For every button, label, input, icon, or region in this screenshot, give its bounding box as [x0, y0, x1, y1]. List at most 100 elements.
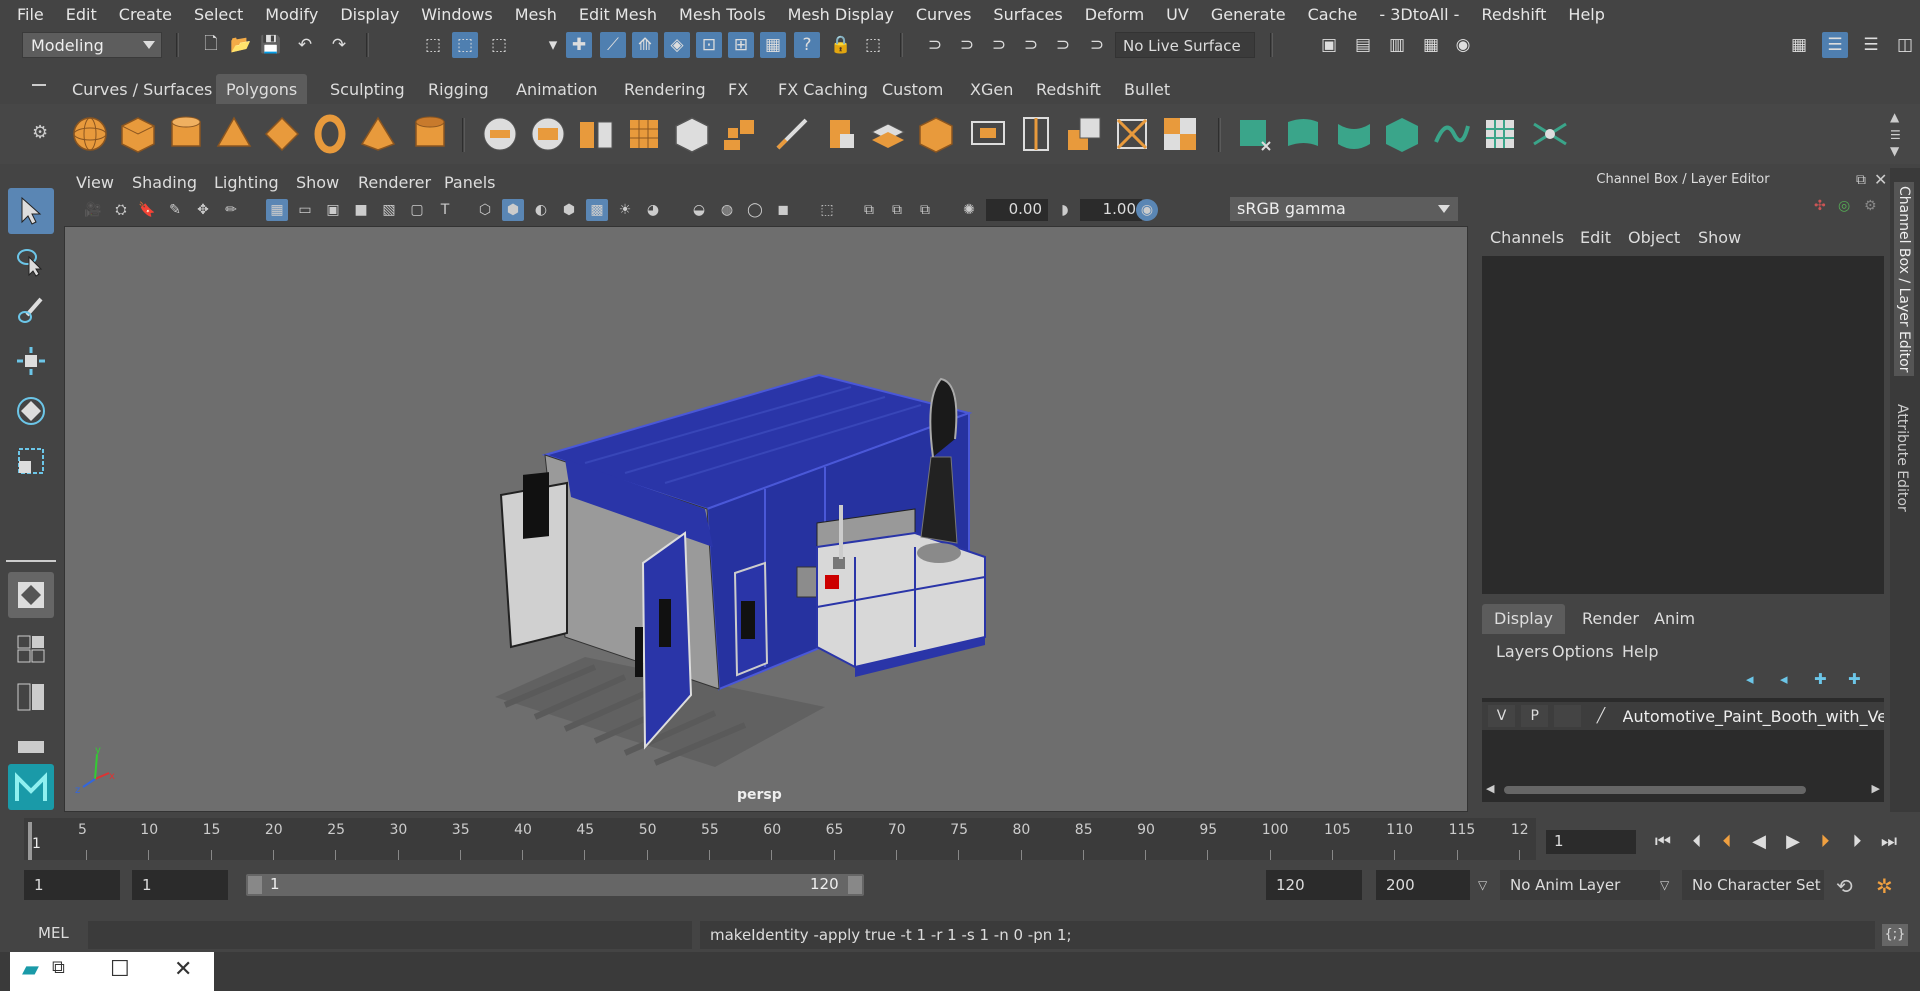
snap-grid-icon[interactable]: ✚	[566, 32, 592, 58]
snap-live-icon[interactable]: ⊡	[696, 32, 722, 58]
attribute-editor-icon[interactable]: ☰	[1822, 32, 1848, 58]
tool-settings-icon[interactable]: ☰	[1858, 32, 1884, 58]
gamma-icon[interactable]: ◗	[1054, 199, 1076, 221]
safe-action-icon[interactable]: ▢	[406, 199, 428, 221]
go-to-end-icon[interactable]: ⏭	[1876, 828, 1902, 854]
gear-icon[interactable]: ⚙	[32, 122, 48, 143]
lock-icon[interactable]: 🔒	[828, 32, 854, 58]
scrollbar-thumb[interactable]	[1504, 786, 1806, 794]
save-scene-icon[interactable]: 💾	[258, 32, 284, 58]
move-tool[interactable]	[8, 338, 54, 384]
viewport-menu-shading[interactable]: Shading	[132, 173, 197, 192]
poly-sphere-icon[interactable]	[70, 114, 110, 154]
checker-icon[interactable]	[1160, 114, 1200, 154]
shelf-tab-fx[interactable]: FX	[718, 74, 758, 104]
wireframe-icon[interactable]: ⬡	[474, 199, 496, 221]
play-forwards-icon[interactable]: ▶	[1780, 828, 1806, 854]
scene-end-field[interactable]: 200	[1376, 870, 1470, 900]
shadows-icon[interactable]: ◕	[642, 199, 664, 221]
xray-joints-icon[interactable]: ⧉	[886, 199, 908, 221]
viewport-menu-lighting[interactable]: Lighting	[214, 173, 279, 192]
command-input[interactable]	[88, 921, 692, 949]
ambient-occlusion-icon[interactable]: ◒	[688, 199, 710, 221]
menu-help[interactable]: Help	[1557, 5, 1615, 24]
menu-modify[interactable]: Modify	[254, 5, 329, 24]
shelf-scroll-up-icon[interactable]: ▲	[1890, 110, 1899, 124]
cylindrical-map-icon[interactable]	[1064, 114, 1104, 154]
layer-playback-toggle[interactable]: P	[1521, 705, 1549, 727]
magnet-icon[interactable]: ⊃	[986, 32, 1012, 58]
channel-box-menu-show[interactable]: Show	[1698, 228, 1741, 247]
gate-mask-icon[interactable]: ■	[350, 199, 372, 221]
scroll-left-icon[interactable]: ◀	[1486, 782, 1494, 795]
time-slider[interactable]: 1 5 10 15 20 25 30 35 40 45 50 55 60 65 70 75 80 85 90 95 10…	[24, 818, 1536, 860]
snap-point-icon[interactable]: ⟰	[632, 32, 658, 58]
anim-layer-dropdown[interactable]: No Anim Layer	[1500, 870, 1660, 900]
menu-uv[interactable]: UV	[1155, 5, 1200, 24]
shelf-menu-icon[interactable]	[32, 84, 46, 86]
step-forward-key-icon[interactable]: ⏵	[1812, 828, 1838, 854]
menu-edit[interactable]: Edit	[55, 5, 108, 24]
smooth-shade-icon[interactable]: ⬢	[502, 199, 524, 221]
menu-mesh-tools[interactable]: Mesh Tools	[668, 5, 777, 24]
character-set-dropdown[interactable]: No Character Set	[1682, 870, 1824, 900]
layout-single-button[interactable]	[8, 572, 54, 618]
open-scene-icon[interactable]: 📂	[228, 32, 254, 58]
step-back-key-icon[interactable]: ⏴	[1714, 828, 1740, 854]
mode-selector[interactable]: Modeling	[22, 32, 162, 58]
exposure-field[interactable]: 0.00	[986, 199, 1048, 221]
shelf-tab-polygons[interactable]: Polygons	[216, 74, 308, 104]
help-icon[interactable]: ?	[794, 32, 820, 58]
command-language-label[interactable]: MEL	[38, 924, 69, 942]
grease-pencil-icon[interactable]: ✏	[220, 199, 242, 221]
select-component-icon[interactable]: ⬚	[486, 32, 512, 58]
chevron-down-icon[interactable]: ▽	[1478, 878, 1487, 892]
play-backwards-icon[interactable]: ◀	[1746, 828, 1772, 854]
poly-cube-icon[interactable]	[118, 114, 158, 154]
menu-generate[interactable]: Generate	[1200, 5, 1297, 24]
menu-file[interactable]: File	[6, 5, 55, 24]
rig-joint-icon[interactable]	[1530, 114, 1570, 154]
default-material-icon[interactable]: ◐	[530, 199, 552, 221]
new-layer-icon[interactable]: ✚	[1814, 670, 1827, 688]
layer-tab-anim[interactable]: Anim	[1642, 604, 1707, 634]
film-gate-icon[interactable]: ▭	[294, 199, 316, 221]
menu-display[interactable]: Display	[329, 5, 410, 24]
render-sequence-icon[interactable]: ▤	[1350, 32, 1376, 58]
poly-pyramid-icon[interactable]	[358, 114, 398, 154]
range-handle-end[interactable]	[848, 876, 862, 894]
magnet-icon[interactable]: ⊃	[922, 32, 948, 58]
go-to-start-icon[interactable]: ⏮	[1650, 828, 1676, 854]
hypershade-icon[interactable]: ◉	[1450, 32, 1476, 58]
rotate-tool[interactable]	[8, 388, 54, 434]
snap-view-plane-icon[interactable]: ◈	[664, 32, 690, 58]
chevron-down-icon[interactable]: ▽	[1660, 878, 1669, 892]
layout-outliner-button[interactable]	[8, 674, 54, 720]
layer-tab-display[interactable]: Display	[1482, 604, 1565, 634]
grid-icon[interactable]: ▦	[266, 199, 288, 221]
restore-icon[interactable]: ⧉	[52, 957, 65, 978]
snap-curve-icon[interactable]: ⟋	[600, 32, 626, 58]
layer-menu-layers[interactable]: Layers	[1496, 642, 1549, 661]
menu-mesh-display[interactable]: Mesh Display	[777, 5, 905, 24]
wireframe-on-shaded-icon[interactable]: ⬢	[558, 199, 580, 221]
grid-snap-icon[interactable]	[1480, 114, 1520, 154]
render-view-icon[interactable]: ▦	[760, 32, 786, 58]
target-weld-icon[interactable]	[820, 114, 860, 154]
step-forward-icon[interactable]: ⏵	[1844, 828, 1870, 854]
snap-grid-icon[interactable]: ▾	[540, 32, 566, 58]
2d-pan-zoom-icon[interactable]: ✥	[192, 199, 214, 221]
scroll-right-icon[interactable]: ▶	[1872, 782, 1880, 795]
shelf-tab-custom[interactable]: Custom	[872, 74, 953, 104]
move-layer-up-icon[interactable]: ◂	[1746, 670, 1754, 688]
script-editor-icon[interactable]: {;}	[1882, 924, 1908, 946]
nurbs-cube-icon[interactable]	[1382, 114, 1422, 154]
history-icon[interactable]: ⊞	[728, 32, 754, 58]
live-surface-field[interactable]: No Live Surface	[1115, 32, 1255, 58]
viewport-menu-view[interactable]: View	[76, 173, 114, 192]
ipr-render-icon[interactable]: ▥	[1384, 32, 1410, 58]
magnet-icon[interactable]: ⊃	[1050, 32, 1076, 58]
isolate-select-icon[interactable]: ⬚	[816, 199, 838, 221]
scale-tool[interactable]	[8, 438, 54, 484]
image-plane-icon[interactable]: ✎	[164, 199, 186, 221]
